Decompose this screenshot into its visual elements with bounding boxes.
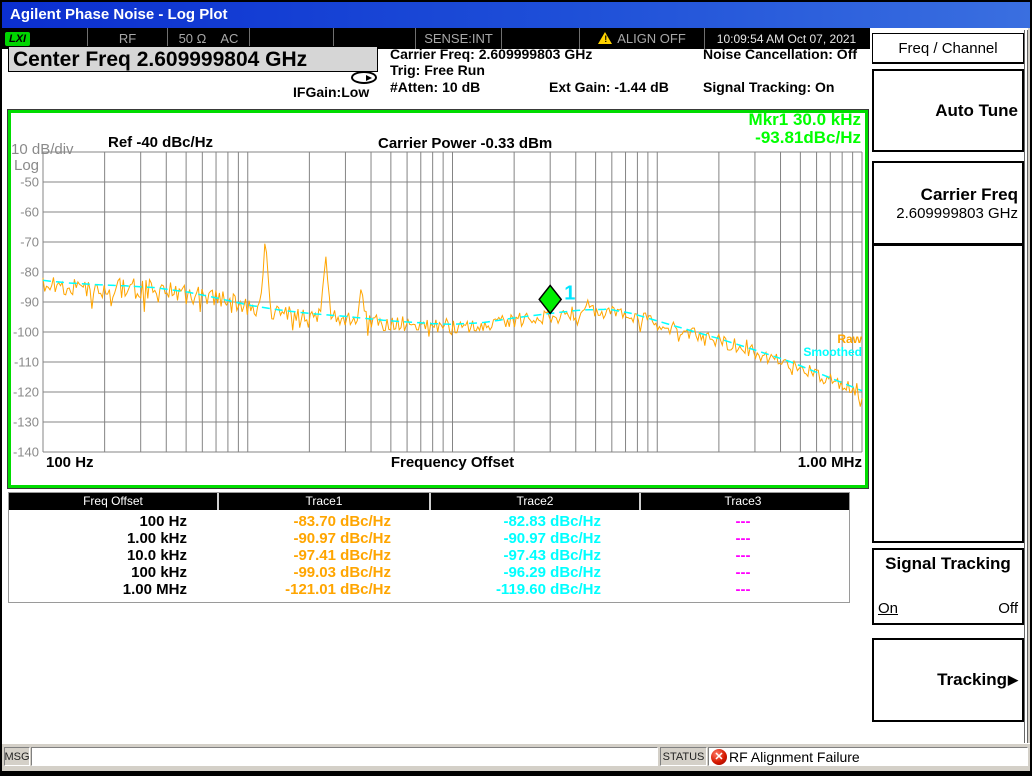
- align-indicator: ! ALIGN OFF: [580, 28, 705, 49]
- signal-tracking-button[interactable]: Signal Tracking On Off: [872, 548, 1024, 625]
- table-cell: -90.97 dBc/Hz: [431, 530, 641, 547]
- signal-tracking-on-option[interactable]: On: [878, 600, 898, 617]
- table-cell: 100 kHz: [9, 564, 219, 581]
- x-axis-labels: 100 Hz Frequency Offset 1.00 MHz: [43, 454, 862, 472]
- table-cell: 1.00 kHz: [9, 530, 219, 547]
- table-cell: -119.60 dBc/Hz: [431, 581, 641, 598]
- table-row: 100 kHz-99.03 dBc/Hz-96.29 dBc/Hz---: [9, 564, 849, 581]
- table-cell: -97.43 dBc/Hz: [431, 547, 641, 564]
- raw-trace-tag: Raw: [837, 332, 862, 346]
- table-row: 1.00 MHz-121.01 dBc/Hz-119.60 dBc/Hz---: [9, 581, 849, 598]
- y-tick-label: -80: [20, 265, 39, 280]
- x-axis-title: Frequency Offset: [43, 454, 862, 471]
- y-tick-label: -50: [20, 175, 39, 190]
- y-tick-label: -100: [13, 325, 39, 340]
- table-cell: 10.0 kHz: [9, 547, 219, 564]
- table-cell: ---: [641, 547, 845, 564]
- table-cell: ---: [641, 513, 845, 530]
- table-row: 10.0 kHz-97.41 dBc/Hz-97.43 dBc/Hz---: [9, 547, 849, 564]
- impedance-indicator: 50 Ω: [179, 31, 207, 46]
- scale-type-label: Log: [14, 157, 39, 174]
- marker-readout: Mkr1 30.0 kHz -93.81dBc/Hz: [749, 111, 861, 147]
- marker-value: -93.81dBc/Hz: [749, 129, 861, 147]
- signal-tracking-off-option[interactable]: Off: [998, 600, 1018, 617]
- table-row: 1.00 kHz-90.97 dBc/Hz-90.97 dBc/Hz---: [9, 530, 849, 547]
- status-message-text: RF Alignment Failure: [729, 749, 860, 765]
- phase-noise-plot: -50 -60 -70 -80 -90 -100 -110 -120 -130 -140 1 Mkr…: [8, 110, 868, 488]
- table-cell: -99.03 dBc/Hz: [219, 564, 431, 581]
- footer-bar: MSG STATUS ✕ RF Alignment Failure: [2, 743, 1030, 771]
- msg-label: MSG: [4, 747, 30, 766]
- error-icon: ✕: [711, 749, 727, 765]
- table-cell: 1.00 MHz: [9, 581, 219, 598]
- signal-tracking-readout: Signal Tracking: On: [703, 79, 834, 95]
- marker-number-label: 1: [564, 282, 575, 304]
- y-tick-label: -70: [20, 235, 39, 250]
- submenu-arrow-icon: ▶: [1008, 672, 1018, 688]
- scale-per-div-label: 10 dB/div: [11, 141, 74, 158]
- table-cell: -83.70 dBc/Hz: [219, 513, 431, 530]
- table-cell: ---: [641, 530, 845, 547]
- table-cell: ---: [641, 581, 845, 598]
- status-label: STATUS: [660, 747, 707, 766]
- table-row: 100 Hz-83.70 dBc/Hz-82.83 dBc/Hz---: [9, 513, 849, 530]
- coupling-indicator: AC: [220, 31, 238, 46]
- decade-table-body: 100 Hz-83.70 dBc/Hz-82.83 dBc/Hz---1.00 …: [9, 510, 849, 602]
- auto-tune-button[interactable]: Auto Tune: [872, 69, 1024, 152]
- ext-gain-readout: Ext Gain: -1.44 dB: [549, 79, 669, 95]
- carrier-power-label: Carrier Power -0.33 dBm: [378, 135, 552, 152]
- window-title: Agilent Phase Noise - Log Plot: [10, 6, 228, 23]
- carrier-freq-button-label: Carrier Freq: [921, 185, 1018, 205]
- col-header-trace1: Trace1: [219, 493, 431, 510]
- decade-table: Freq Offset Trace1 Trace2 Trace3 100 Hz-…: [8, 492, 850, 603]
- return-arrow-icon: [351, 71, 377, 84]
- tracking-submenu-button[interactable]: Tracking ▶: [872, 638, 1024, 722]
- table-cell: -121.01 dBc/Hz: [219, 581, 431, 598]
- table-cell: 100 Hz: [9, 513, 219, 530]
- tracking-button-label: Tracking: [937, 670, 1007, 690]
- y-tick-label: -60: [20, 205, 39, 220]
- active-function-display: Center Freq 2.609999804 GHz: [8, 46, 378, 72]
- table-cell: -90.97 dBc/Hz: [219, 530, 431, 547]
- col-header-trace3: Trace3: [641, 493, 845, 510]
- softkey-blank: [872, 245, 1024, 543]
- y-tick-label: -140: [13, 445, 39, 460]
- ifgain-readout: IFGain:Low: [293, 84, 369, 100]
- y-tick-label: -120: [13, 385, 39, 400]
- menu-title-freq-channel: Freq / Channel: [872, 33, 1024, 64]
- lxi-badge: LXI: [5, 32, 30, 46]
- x-stop-label: 1.00 MHz: [798, 454, 862, 471]
- ref-level-label: Ref -40 dBc/Hz: [108, 134, 213, 151]
- table-cell: -97.41 dBc/Hz: [219, 547, 431, 564]
- table-cell: ---: [641, 564, 845, 581]
- carrier-freq-button-value: 2.609999803 GHz: [896, 205, 1018, 222]
- decade-table-header: Freq Offset Trace1 Trace2 Trace3: [9, 493, 849, 510]
- noise-cancellation-readout: Noise Cancellation: Off: [703, 46, 857, 62]
- carrier-freq-readout: Carrier Freq: 2.609999803 GHz: [390, 46, 592, 62]
- signal-tracking-button-label: Signal Tracking: [878, 554, 1018, 574]
- atten-readout: #Atten: 10 dB: [390, 79, 480, 95]
- smoothed-trace-tag: Smoothed: [803, 345, 862, 359]
- marker-diamond[interactable]: [539, 285, 561, 313]
- status-message-box: ✕ RF Alignment Failure: [708, 747, 1028, 766]
- y-tick-label: -110: [14, 355, 39, 370]
- plot-inner: -50 -60 -70 -80 -90 -100 -110 -120 -130 -140 1 Mkr…: [11, 113, 865, 485]
- window-title-bar: Agilent Phase Noise - Log Plot: [2, 2, 1030, 28]
- table-cell: -96.29 dBc/Hz: [431, 564, 641, 581]
- warning-icon: !: [598, 32, 613, 45]
- sidebar-right-rail: [1024, 30, 1028, 743]
- plot-canvas: -50 -60 -70 -80 -90 -100 -110 -120 -130 -140 1: [11, 113, 865, 485]
- marker-freq: Mkr1 30.0 kHz: [749, 111, 861, 129]
- table-cell: -82.83 dBc/Hz: [431, 513, 641, 530]
- col-header-freq-offset: Freq Offset: [9, 493, 219, 510]
- trigger-readout: Trig: Free Run: [390, 62, 485, 78]
- message-box: [31, 747, 658, 766]
- col-header-trace2: Trace2: [431, 493, 641, 510]
- y-tick-label: -90: [20, 295, 39, 310]
- carrier-freq-button[interactable]: Carrier Freq 2.609999803 GHz: [872, 161, 1024, 245]
- y-tick-label: -130: [13, 415, 39, 430]
